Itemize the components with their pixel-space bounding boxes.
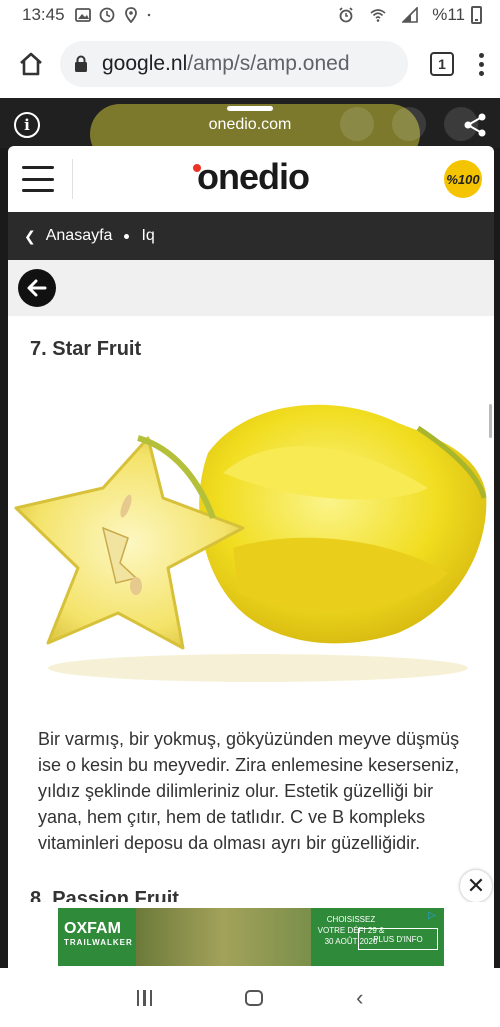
amp-viewer-header: i onedio.com <box>0 98 500 148</box>
address-bar[interactable]: google.nl/amp/s/amp.oned <box>60 41 408 87</box>
system-nav-bar: ‹ <box>0 968 500 1027</box>
back-arrow-icon[interactable] <box>18 269 56 307</box>
lock-icon <box>75 55 87 72</box>
status-time: 13:45 <box>22 5 65 24</box>
back-nav-icon[interactable]: ‹ <box>356 985 363 1011</box>
ad-container: OXFAM TRAILWALKER CHOISISSEZ VOTRE DÉFI 2… <box>8 902 494 968</box>
back-bar <box>8 260 494 316</box>
overflow-menu-icon[interactable] <box>476 52 486 76</box>
home-icon[interactable] <box>14 47 48 81</box>
status-bar: 13:45 %11 <box>0 0 500 30</box>
tab-switcher-button[interactable]: 1 <box>430 52 454 76</box>
breadcrumb: ❮ Anasayfa Iq <box>8 212 494 260</box>
page-content: onedio %100 ❮ Anasayfa Iq 7. Star Fruit <box>8 146 494 968</box>
battery-icon <box>471 6 482 24</box>
breadcrumb-home-link[interactable]: Anasayfa <box>46 227 113 245</box>
breadcrumb-current-link[interactable]: Iq <box>141 227 154 245</box>
ad-banner[interactable]: OXFAM TRAILWALKER CHOISISSEZ VOTRE DÉFI 2… <box>58 908 444 966</box>
item-title: 7. Star Fruit <box>30 338 142 360</box>
star-fruit-image <box>8 378 494 700</box>
wifi-icon <box>370 9 386 22</box>
camera-icon[interactable] <box>340 107 374 141</box>
article-body: Bir varmış, bir yokmuş, gökyüzünden meyv… <box>38 729 460 853</box>
chevron-left-icon: ❮ <box>24 227 36 244</box>
percent-100-badge[interactable]: %100 <box>444 160 482 198</box>
link-icon[interactable] <box>392 107 426 141</box>
recents-icon[interactable] <box>136 989 153 1006</box>
url-host: google.nl <box>102 52 188 75</box>
clock-icon <box>99 7 114 23</box>
browser-toolbar: google.nl/amp/s/amp.oned 1 <box>0 30 500 98</box>
close-ad-button[interactable]: ✕ <box>460 870 492 902</box>
ad-cta-button[interactable]: PLUS D'INFO <box>358 928 438 950</box>
scrollbar[interactable] <box>489 404 492 438</box>
ad-choices-icon[interactable]: ▷ <box>428 910 442 924</box>
dot-icon <box>147 13 150 17</box>
image-icon <box>74 8 91 22</box>
alarm-icon <box>339 7 353 23</box>
signal-icon <box>402 7 419 23</box>
home-nav-icon[interactable] <box>245 989 264 1006</box>
ad-photo <box>136 908 311 966</box>
battery-percent: %11 <box>432 5 465 24</box>
site-header: onedio %100 <box>8 146 494 212</box>
ad-brand-logo: OXFAM TRAILWALKER <box>64 920 133 948</box>
site-logo[interactable]: onedio <box>8 156 494 198</box>
location-icon <box>124 7 137 23</box>
url-path: /amp/s/amp.oned <box>187 52 350 75</box>
drag-handle[interactable] <box>227 106 273 111</box>
share-icon[interactable] <box>462 112 488 138</box>
